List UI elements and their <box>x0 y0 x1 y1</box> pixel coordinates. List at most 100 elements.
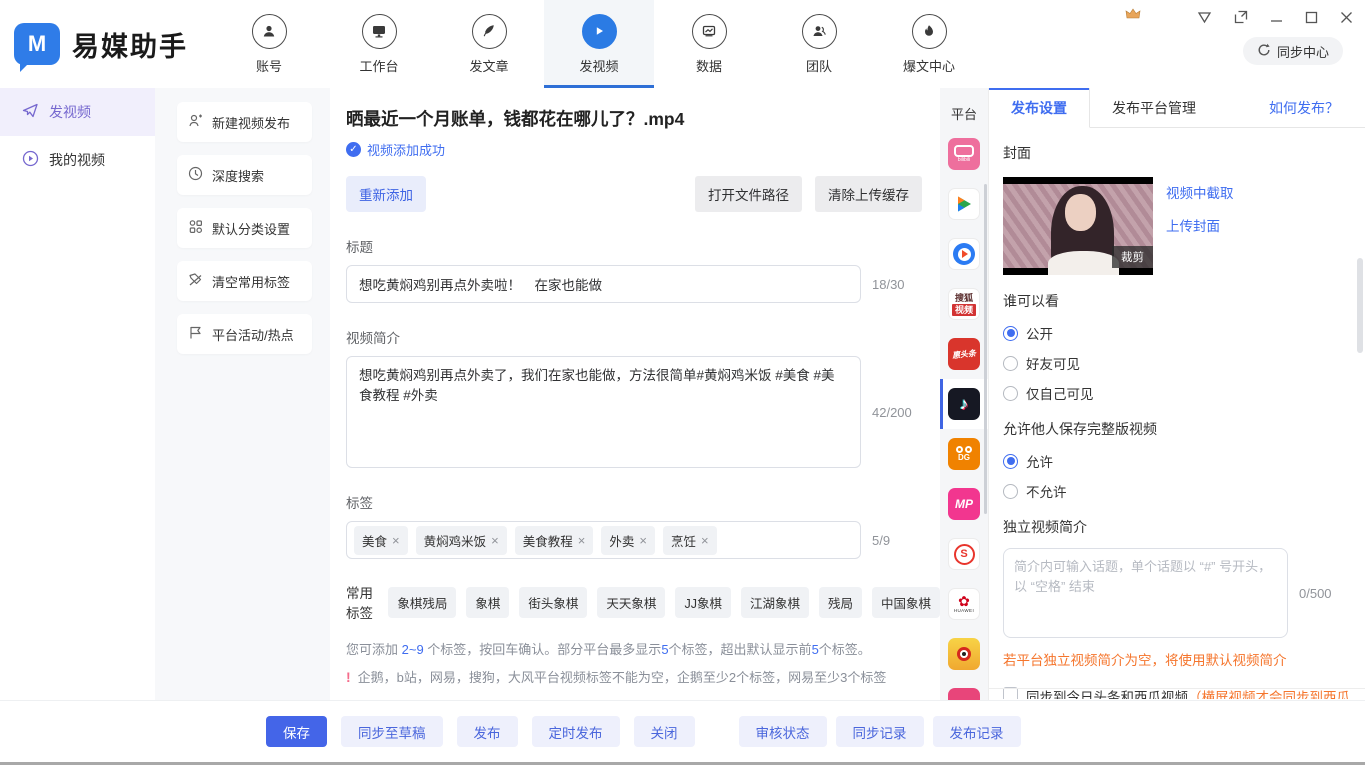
remove-tag-icon[interactable]: × <box>639 533 647 548</box>
vip-badge-icon <box>1125 7 1141 26</box>
platform-douyin-selected[interactable]: ♪ <box>940 379 988 429</box>
settings-tabs: 发布设置 发布平台管理 如何发布？ <box>989 88 1365 128</box>
common-tag-chip[interactable]: 江湖象棋 <box>741 587 809 618</box>
maximize-icon[interactable] <box>1305 11 1318 24</box>
nav-publish-article[interactable]: 发文章 <box>434 0 544 88</box>
team-icon <box>802 14 837 49</box>
radio-public[interactable]: 公开 <box>1003 323 1351 343</box>
title-input[interactable] <box>346 265 861 303</box>
clear-upload-cache-button[interactable]: 清除上传缓存 <box>815 176 922 212</box>
pen-icon <box>472 14 507 49</box>
cover-thumbnail[interactable]: 裁剪 <box>1003 177 1153 275</box>
crop-badge[interactable]: 裁剪 <box>1112 246 1153 268</box>
flame-icon <box>912 14 947 49</box>
sidebar-item-publish-video[interactable]: 发视频 <box>0 88 155 136</box>
title-counter: 18/30 <box>872 277 905 292</box>
platform-more[interactable] <box>940 679 988 700</box>
save-button[interactable]: 保存 <box>266 716 327 747</box>
close-icon[interactable] <box>1340 11 1353 24</box>
remove-tag-icon[interactable]: × <box>701 533 709 548</box>
radio-icon[interactable] <box>1003 356 1018 371</box>
tags-help-text: 您可添加 2~9 个标签，按回车确认。部分平台最多显示5个标签，超出默认显示前5… <box>346 639 940 658</box>
platform-kuaishou[interactable]: DG <box>940 429 988 479</box>
settings-scrollbar[interactable] <box>1357 258 1363 353</box>
clear-common-tags-button[interactable]: 清空常用标签 <box>177 261 312 301</box>
common-tag-chip[interactable]: 象棋残局 <box>388 587 456 618</box>
publish-records-button[interactable]: 发布记录 <box>933 716 1021 747</box>
platform-bilibili[interactable]: bilibili <box>940 129 988 179</box>
radio-disallow[interactable]: 不允许 <box>1003 481 1351 501</box>
tag-chip[interactable]: 烹饪× <box>663 526 717 555</box>
tags-input[interactable]: 美食× 黄焖鸡米饭× 美食教程× 外卖× 烹饪× <box>346 521 861 559</box>
radio-private[interactable]: 仅自己可见 <box>1003 383 1351 403</box>
remove-tag-icon[interactable]: × <box>491 533 499 548</box>
platform-weibo[interactable] <box>940 629 988 679</box>
platform-activities-button[interactable]: 平台活动/热点 <box>177 314 312 354</box>
new-video-publish-button[interactable]: 新建视频发布 <box>177 102 312 142</box>
platform-sogou[interactable]: S <box>940 529 988 579</box>
open-file-path-button[interactable]: 打开文件路径 <box>695 176 802 212</box>
platform-haokan-video[interactable] <box>940 229 988 279</box>
platform-mp[interactable]: MP <box>940 479 988 529</box>
independent-desc-textarea[interactable] <box>1003 548 1288 638</box>
desc-textarea[interactable]: 想吃黄焖鸡别再点外卖了，我们在家也能做，方法很简单#黄焖鸡米饭 #美食 #美食教… <box>346 356 861 468</box>
sync-records-button[interactable]: 同步记录 <box>836 716 924 747</box>
platform-huawei[interactable]: ✿HUAWEI <box>940 579 988 629</box>
remove-tag-icon[interactable]: × <box>392 533 400 548</box>
app-title: 易媒助手 <box>72 25 188 64</box>
platform-tencent-video[interactable] <box>940 179 988 229</box>
nav-publish-video[interactable]: 发视频 <box>544 0 654 88</box>
tag-chip[interactable]: 美食× <box>354 526 408 555</box>
nav-account[interactable]: 账号 <box>214 0 324 88</box>
play-video-icon <box>582 14 617 49</box>
common-tag-chip[interactable]: JJ象棋 <box>675 587 731 618</box>
platform-toutiao[interactable]: 惠头条 <box>940 329 988 379</box>
settings-divider <box>989 688 1365 689</box>
radio-icon[interactable] <box>1003 386 1018 401</box>
radio-allow[interactable]: 允许 <box>1003 451 1351 471</box>
nav-workbench[interactable]: 工作台 <box>324 0 434 88</box>
tab-platform-management[interactable]: 发布平台管理 <box>1090 88 1218 127</box>
radio-selected-icon[interactable] <box>1003 326 1018 341</box>
scheduled-publish-button[interactable]: 定时发布 <box>532 716 620 747</box>
screenshot-icon[interactable] <box>1234 10 1248 24</box>
upload-cover-link[interactable]: 上传封面 <box>1166 215 1234 235</box>
capture-from-video-link[interactable]: 视频中截取 <box>1166 182 1234 202</box>
deep-search-button[interactable]: 深度搜索 <box>177 155 312 195</box>
tab-publish-settings[interactable]: 发布设置 <box>989 88 1090 128</box>
flag-icon <box>188 325 203 343</box>
sync-to-draft-button[interactable]: 同步至草稿 <box>341 716 443 747</box>
nav-hot-articles[interactable]: 爆文中心 <box>874 0 984 88</box>
tag-chip[interactable]: 黄焖鸡米饭× <box>416 526 507 555</box>
platform-scrollbar[interactable] <box>984 184 987 514</box>
common-tag-chip[interactable]: 街头象棋 <box>519 587 587 618</box>
sidebar-item-my-videos[interactable]: 我的视频 <box>0 136 155 184</box>
nav-data[interactable]: 数据 <box>654 0 764 88</box>
user-plus-icon <box>188 113 203 131</box>
radio-friends-only[interactable]: 好友可见 <box>1003 353 1351 373</box>
tag-chip[interactable]: 外卖× <box>601 526 655 555</box>
bilibili-icon: bilibili <box>948 138 980 170</box>
default-category-settings-button[interactable]: 默认分类设置 <box>177 208 312 248</box>
platform-sohu-video[interactable]: 搜狐视频 <box>940 279 988 329</box>
how-to-publish-link[interactable]: 如何发布？ <box>1269 88 1365 127</box>
publish-button[interactable]: 发布 <box>457 716 518 747</box>
readd-video-button[interactable]: 重新添加 <box>346 176 426 212</box>
close-button[interactable]: 关闭 <box>634 716 695 747</box>
video-filename: 晒最近一个月账单，钱都花在哪儿了？.mp4 <box>346 106 940 131</box>
common-tag-chip[interactable]: 象棋 <box>466 587 509 618</box>
cover-label: 封面 <box>1003 143 1351 163</box>
sogou-icon: S <box>948 538 980 570</box>
tag-chip[interactable]: 美食教程× <box>515 526 594 555</box>
common-tag-chip[interactable]: 残局 <box>819 587 862 618</box>
common-tag-chip[interactable]: 中国象棋 <box>872 587 940 618</box>
review-status-button[interactable]: 审核状态 <box>739 716 827 747</box>
remove-tag-icon[interactable]: × <box>578 533 586 548</box>
common-tag-chip[interactable]: 天天象棋 <box>597 587 665 618</box>
radio-icon[interactable] <box>1003 484 1018 499</box>
sync-center-button[interactable]: 同步中心 <box>1243 37 1343 65</box>
radio-selected-icon[interactable] <box>1003 454 1018 469</box>
minimize-icon[interactable] <box>1270 11 1283 24</box>
boss-key-icon[interactable] <box>1197 11 1212 24</box>
nav-team[interactable]: 团队 <box>764 0 874 88</box>
